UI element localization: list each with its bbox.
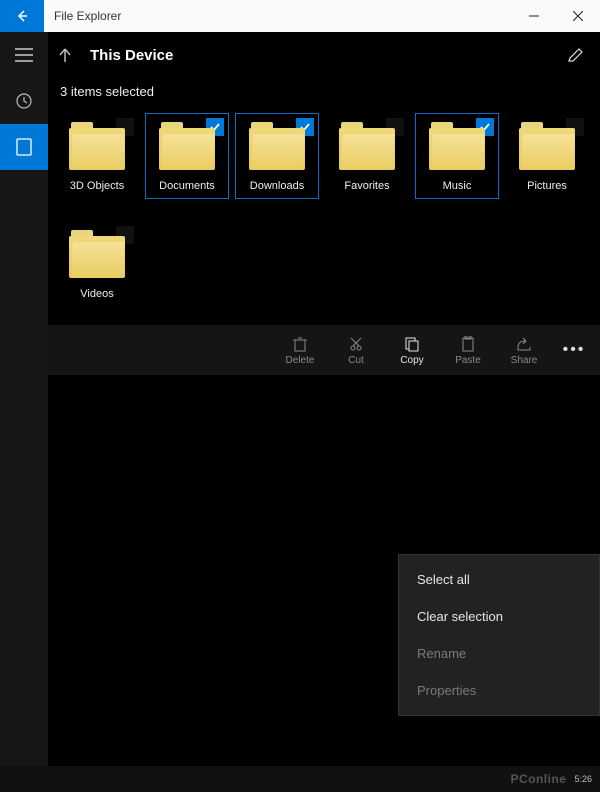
window-title: File Explorer <box>44 9 512 23</box>
folder-label: Documents <box>159 180 215 192</box>
up-button[interactable] <box>58 47 72 63</box>
hamburger-button[interactable] <box>0 32 48 78</box>
close-icon <box>573 11 583 21</box>
folder-label: Downloads <box>250 180 304 192</box>
folder-item[interactable]: Favorites <box>325 113 409 199</box>
folder-item[interactable]: Music <box>415 113 499 199</box>
ellipsis-icon: ••• <box>563 341 586 359</box>
context-menu: Select allClear selectionRenamePropertie… <box>398 554 600 716</box>
delete-button[interactable]: Delete <box>274 335 326 366</box>
paste-icon <box>461 336 475 352</box>
trash-icon <box>293 336 307 352</box>
watermark: PConline <box>510 772 566 786</box>
folder-label: Favorites <box>344 180 389 192</box>
cmd-label: Share <box>511 355 538 366</box>
pencil-icon <box>566 46 584 64</box>
copy-icon <box>404 336 420 352</box>
folder-icon <box>159 122 215 170</box>
arrow-up-icon <box>58 47 72 63</box>
selection-status: 3 items selected <box>48 78 600 109</box>
folder-item[interactable]: 3D Objects <box>55 113 139 199</box>
copy-button[interactable]: Copy <box>386 335 438 366</box>
cut-button[interactable]: Cut <box>330 335 382 366</box>
folder-icon <box>339 122 395 170</box>
left-rail <box>0 32 48 766</box>
recent-button[interactable] <box>0 78 48 124</box>
window: File Explorer <box>0 0 600 792</box>
folder-label: Music <box>443 180 472 192</box>
this-device-button[interactable] <box>0 124 48 170</box>
folder-icon <box>519 122 575 170</box>
clock-icon <box>15 92 33 110</box>
folder-item[interactable]: Videos <box>55 221 139 307</box>
minimize-button[interactable] <box>512 0 556 32</box>
folder-icon <box>429 122 485 170</box>
window-controls <box>512 0 600 32</box>
taskbar: PConline 5:26 <box>0 766 600 792</box>
command-bar: Delete Cut Copy Paste Share <box>48 325 600 375</box>
close-button[interactable] <box>556 0 600 32</box>
cmd-label: Cut <box>348 355 364 366</box>
share-button[interactable]: Share <box>498 335 550 366</box>
folder-item[interactable]: Pictures <box>505 113 589 199</box>
menu-item[interactable]: Clear selection <box>399 598 599 635</box>
folder-icon <box>249 122 305 170</box>
folder-item[interactable]: Downloads <box>235 113 319 199</box>
cmd-label: Paste <box>455 355 481 366</box>
folder-label: 3D Objects <box>70 180 124 192</box>
share-icon <box>516 337 532 351</box>
menu-item: Rename <box>399 635 599 672</box>
titlebar: File Explorer <box>0 0 600 32</box>
folder-icon <box>69 122 125 170</box>
taskbar-clock: 5:26 <box>574 774 592 784</box>
folder-label: Pictures <box>527 180 567 192</box>
arrow-left-icon <box>14 8 30 24</box>
folder-grid: 3D Objects Documents Downloads Favorites Mus… <box>48 109 600 325</box>
cmd-label: Delete <box>286 355 315 366</box>
cmd-label: Copy <box>400 355 423 366</box>
folder-item[interactable]: Documents <box>145 113 229 199</box>
path-text: This Device <box>90 47 173 64</box>
paste-button[interactable]: Paste <box>442 335 494 366</box>
hamburger-icon <box>15 48 33 62</box>
menu-item[interactable]: Select all <box>399 561 599 598</box>
scissors-icon <box>349 336 363 352</box>
device-icon <box>16 138 32 156</box>
minimize-icon <box>529 11 539 21</box>
folder-label: Videos <box>80 288 113 300</box>
menu-item: Properties <box>399 672 599 709</box>
edit-button[interactable] <box>566 46 584 64</box>
more-button[interactable]: ••• <box>554 341 594 359</box>
app-body: This Device 3 items selected 3D Objects D… <box>0 32 600 766</box>
folder-icon <box>69 230 125 278</box>
back-button[interactable] <box>0 0 44 32</box>
main-panel: This Device 3 items selected 3D Objects D… <box>48 32 600 766</box>
path-bar: This Device <box>48 32 600 78</box>
